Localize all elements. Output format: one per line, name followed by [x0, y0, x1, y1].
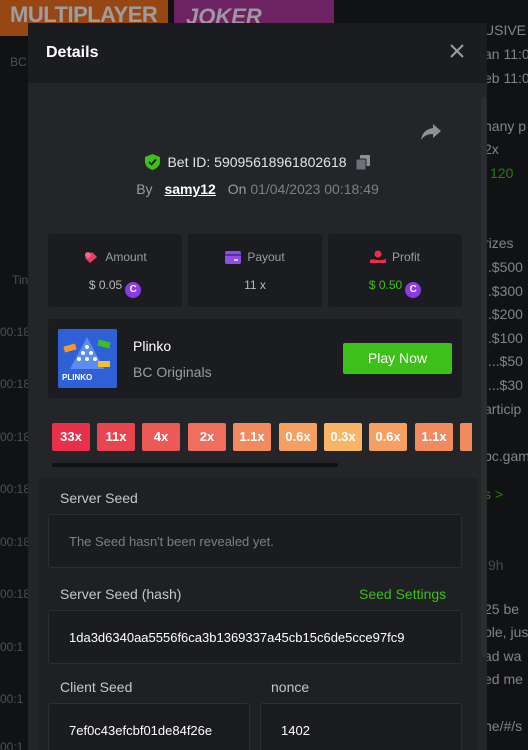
- amount-value-row: $ 0.05 C: [48, 278, 182, 298]
- share-icon[interactable]: [420, 122, 442, 144]
- multiplier-chip: [460, 423, 472, 451]
- server-hash-label: Server Seed (hash): [60, 586, 182, 602]
- client-seed-field[interactable]: 7ef0c43efcbf01de84f26e: [48, 703, 250, 750]
- multiplier-chip: 2x: [188, 423, 226, 451]
- modal-title: Details: [46, 44, 99, 61]
- bet-datetime: 01/04/2023 00:18:49: [250, 181, 379, 197]
- game-card: PLINKO Plinko BC Originals Play Now: [48, 319, 462, 398]
- multiplier-chip: 33x: [52, 423, 90, 451]
- multiplier-chip: 11x: [97, 423, 135, 451]
- payout-stat: Payout 11 x: [188, 234, 322, 307]
- play-now-button[interactable]: Play Now: [343, 343, 452, 374]
- amount-value: $ 0.05: [88, 278, 123, 292]
- multiplier-scrollbar[interactable]: [52, 463, 338, 467]
- close-icon[interactable]: [446, 41, 468, 63]
- card-icon: [225, 251, 242, 264]
- multiplier-chip: 0.6x: [279, 423, 317, 451]
- username-link[interactable]: samy12: [164, 181, 215, 197]
- thumb-label: PLINKO: [62, 373, 93, 382]
- client-seed-label: Client Seed: [60, 679, 133, 695]
- multiplier-chip: 1.1x: [415, 423, 453, 451]
- bet-id-text: Bet ID: 59095618961802618: [167, 154, 347, 170]
- profit-value-row: $ 0.50 C: [328, 278, 462, 298]
- server-hash-field[interactable]: 1da3d6340aa5556f6ca3b1369337a45cb15c6de5…: [48, 610, 462, 664]
- game-provider: BC Originals: [133, 364, 212, 380]
- profit-stat: Profit $ 0.50 C: [328, 234, 462, 307]
- amount-label-row: Amount: [48, 250, 182, 264]
- multiplier-chip: 4x: [142, 423, 180, 451]
- amount-stat: Amount $ 0.05 C: [48, 234, 182, 307]
- multiplier-chip: 0.6x: [369, 423, 407, 451]
- profit-value: $ 0.50: [368, 278, 403, 292]
- game-name[interactable]: Plinko: [133, 338, 171, 354]
- server-seed-field[interactable]: The Seed hasn't been revealed yet.: [48, 514, 462, 568]
- nonce-field[interactable]: 1402: [260, 703, 462, 750]
- plinko-thumbnail[interactable]: PLINKO: [58, 329, 117, 388]
- nonce-label: nonce: [271, 679, 310, 695]
- multiplier-chip: 0.3x: [324, 423, 362, 451]
- details-modal: Details Bet ID: 59095618961802618 By sam…: [28, 23, 487, 750]
- payout-label: Payout: [247, 250, 285, 264]
- on-label: On: [227, 181, 247, 197]
- bet-meta-row: By samy12 On 01/04/2023 00:18:49: [28, 181, 487, 197]
- multiplier-chip: 1.1x: [233, 423, 271, 451]
- modal-header: Details: [28, 23, 487, 83]
- amount-label: Amount: [105, 250, 147, 264]
- multiplier-strip[interactable]: 33x 11x 4x 2x 1.1x 0.6x 0.3x 0.6x 1.1x: [52, 423, 472, 451]
- payout-label-row: Payout: [188, 250, 322, 264]
- server-seed-label: Server Seed: [60, 490, 138, 506]
- coins-icon: [85, 252, 98, 263]
- copy-icon[interactable]: [355, 155, 371, 173]
- seed-settings-link[interactable]: Seed Settings: [359, 586, 446, 602]
- verified-shield-icon: [144, 154, 160, 173]
- coin-icon: C: [405, 282, 422, 298]
- profit-label-row: Profit: [328, 250, 462, 264]
- by-label: By: [136, 181, 153, 197]
- hand-icon: [369, 250, 386, 263]
- profit-label: Profit: [391, 250, 420, 264]
- coin-icon: C: [125, 282, 142, 298]
- modal-scrollbar[interactable]: [481, 97, 487, 657]
- payout-value: 11 x: [244, 278, 266, 292]
- bet-id-row: Bet ID: 59095618961802618: [28, 154, 487, 173]
